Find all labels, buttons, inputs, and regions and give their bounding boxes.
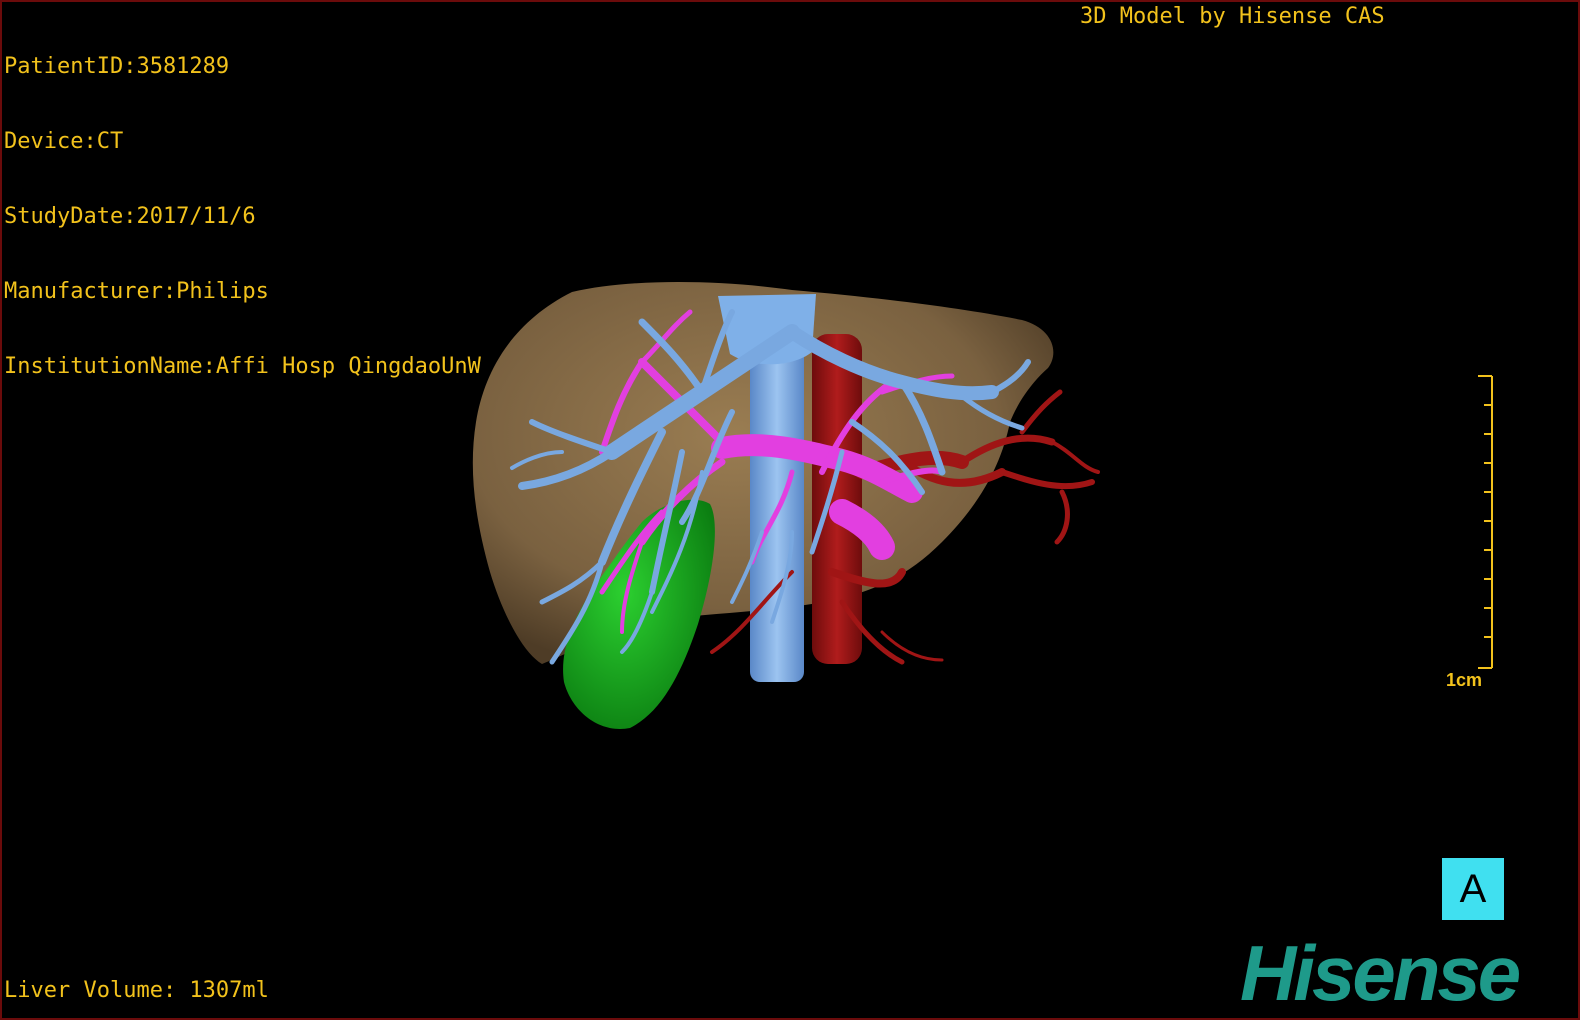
scale-bar xyxy=(1478,375,1493,669)
patient-id-text: PatientID:3581289 xyxy=(4,54,230,79)
liver-3d-model[interactable] xyxy=(462,272,1122,752)
orientation-anterior-button[interactable]: A xyxy=(1442,858,1504,920)
hisense-logo: Hisense xyxy=(1240,929,1521,1017)
manufacturer-text: Manufacturer:Philips xyxy=(4,279,269,304)
liver-volume-text: Liver Volume: 1307ml xyxy=(4,978,269,1003)
institution-text: InstitutionName:Affi Hosp QingdaoUnW xyxy=(4,354,481,379)
dicom-info-overlay: PatientID:3581289 Device:CT StudyDate:20… xyxy=(4,4,481,429)
aorta[interactable] xyxy=(812,334,862,664)
model-credit-text: 3D Model by Hisense CAS xyxy=(1080,4,1385,29)
study-date-text: StudyDate:2017/11/6 xyxy=(4,204,256,229)
3d-viewport[interactable]: PatientID:3581289 Device:CT StudyDate:20… xyxy=(0,0,1580,1020)
scale-label: 1cm xyxy=(1446,670,1483,690)
device-text: Device:CT xyxy=(4,129,124,154)
